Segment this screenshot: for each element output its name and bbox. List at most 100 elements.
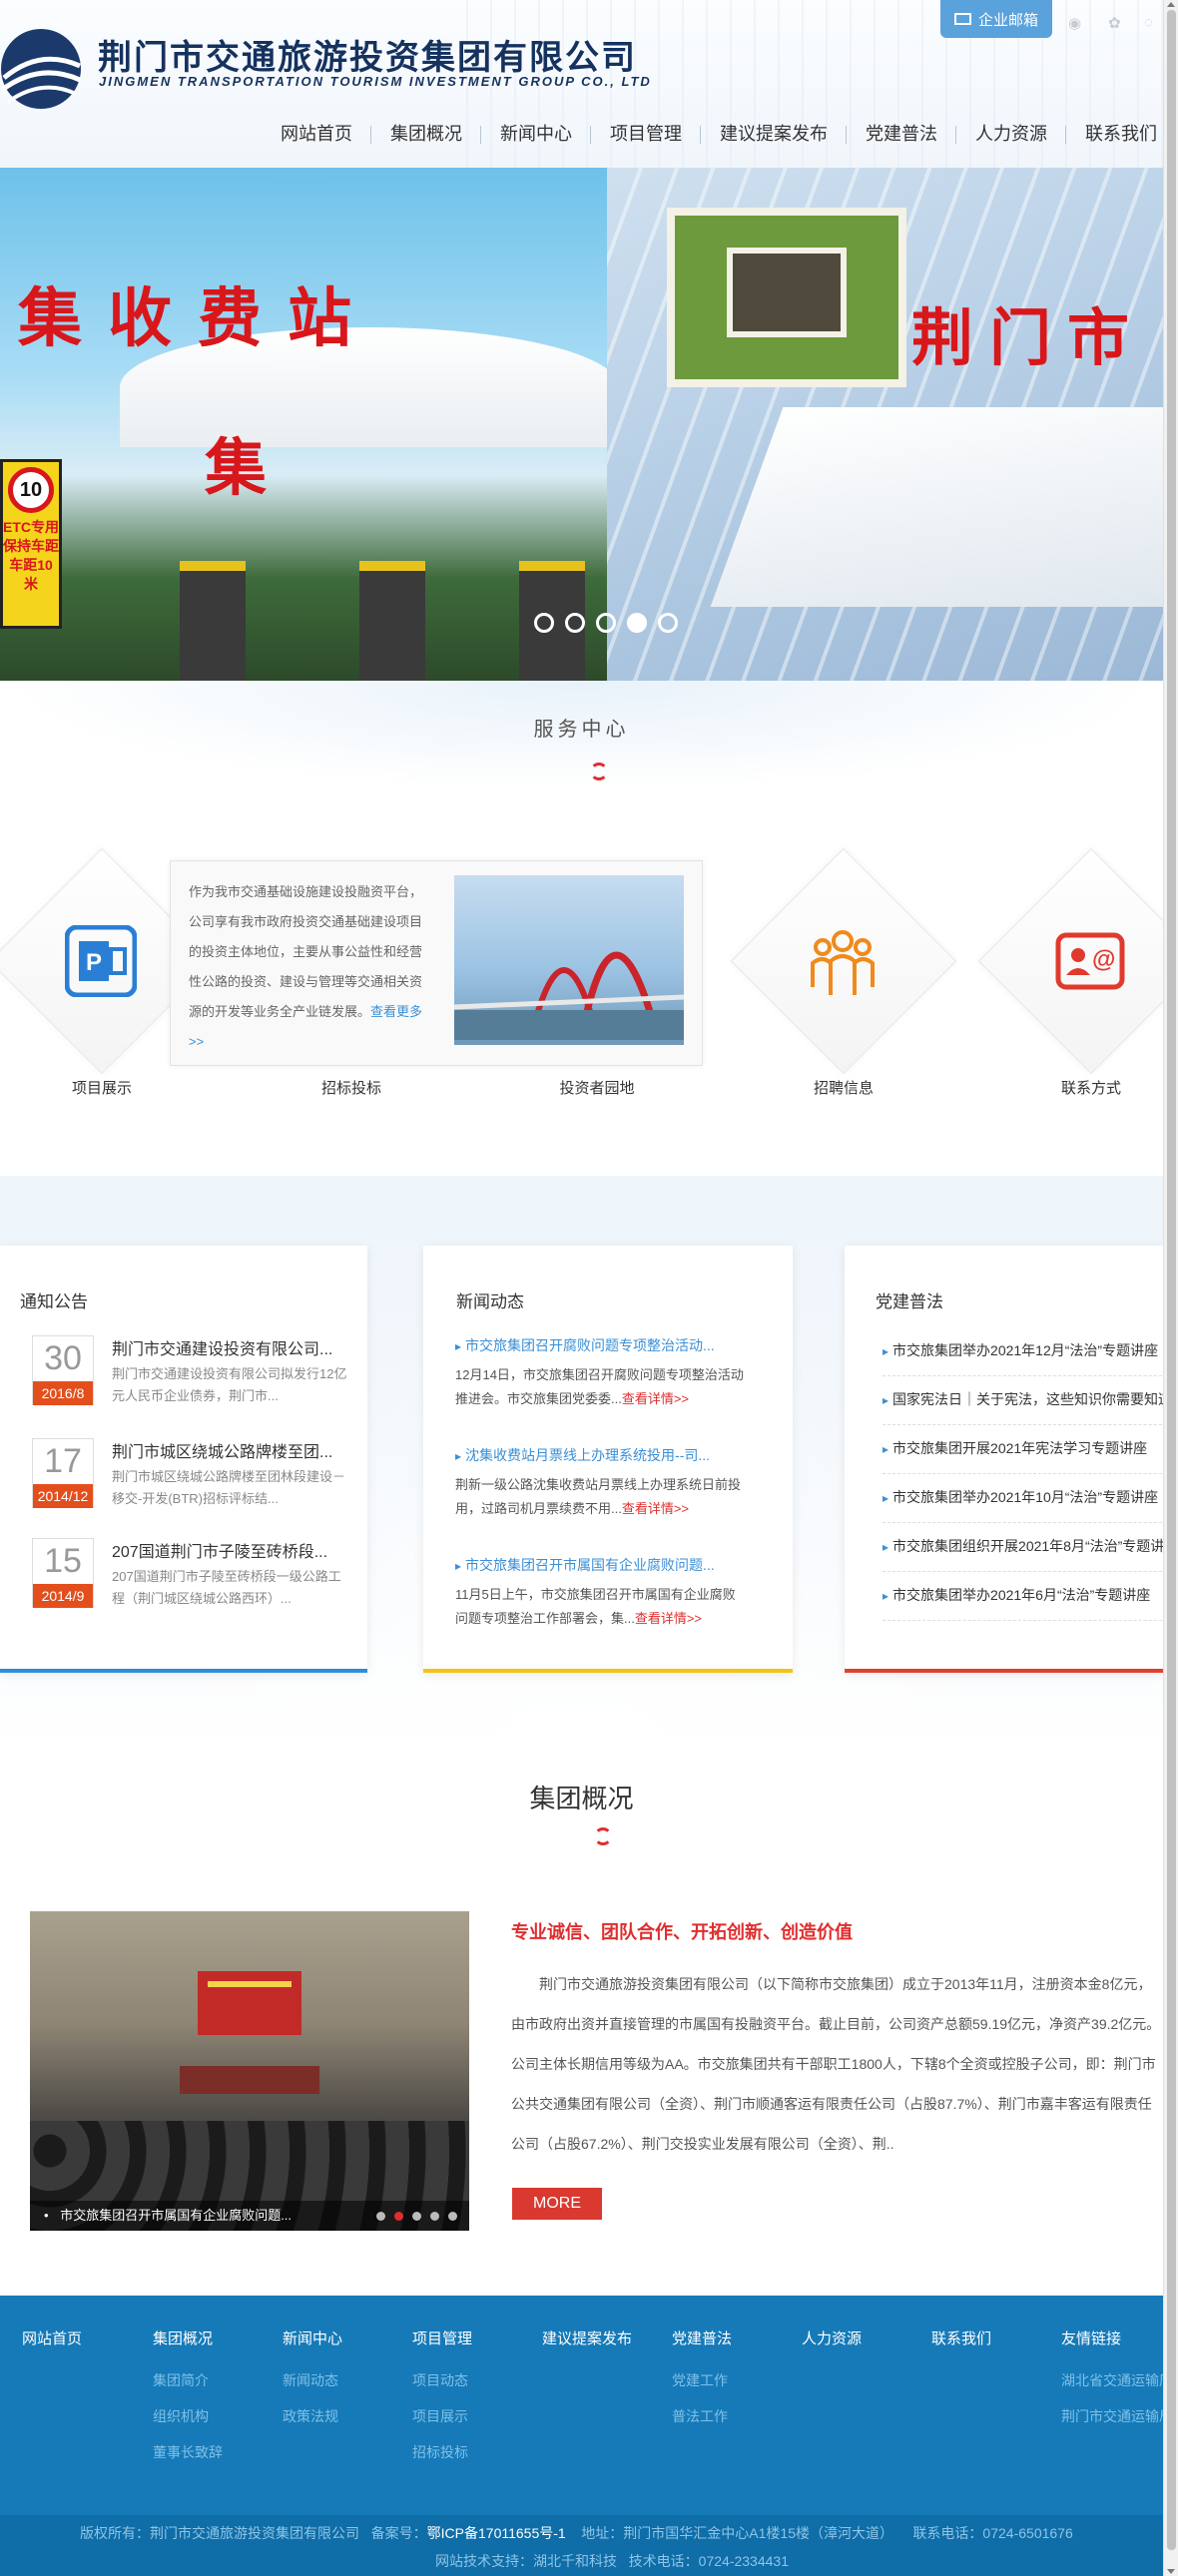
- notice-title[interactable]: 荆门市交通建设投资有限公司...: [112, 1335, 356, 1359]
- nav-project-management[interactable]: 项目管理: [591, 114, 701, 154]
- photo-dot[interactable]: [376, 2212, 385, 2221]
- notice-title[interactable]: 207国道荆门市子陵至砖桥段...: [112, 1538, 356, 1562]
- icp-number[interactable]: 鄂ICP备17011655号-1: [427, 2525, 566, 2541]
- party-law-item[interactable]: ▸ 市交旅集团组织开展2021年8月“法治”专题讲座: [883, 1523, 1178, 1572]
- footer-heading[interactable]: 网站首页: [22, 2327, 82, 2348]
- more-button[interactable]: MORE: [512, 2188, 602, 2220]
- toll-booth: [359, 561, 425, 681]
- carousel-dot[interactable]: [658, 613, 678, 633]
- arrow-icon: ▸: [883, 1589, 889, 1603]
- service-label-bidding[interactable]: 招标投标: [272, 1077, 431, 1098]
- footer-heading[interactable]: 联系我们: [931, 2327, 991, 2348]
- footer-info-row: 版权所有：荆门市交通旅游投资集团有限公司 备案号：鄂ICP备17011655号-…: [80, 2523, 1073, 2543]
- footer-link[interactable]: 政策法规: [283, 2398, 342, 2434]
- banner-carousel[interactable]: 集收费站 集 10 ETC专用 保持车距 车距10米 荆门市: [0, 168, 1163, 681]
- footer-link[interactable]: 项目动态: [412, 2362, 472, 2398]
- scroll-down-icon[interactable]: [1167, 2569, 1175, 2574]
- party-law-item[interactable]: ▸ 国家宪法日｜关于宪法，这些知识你需要知道: [883, 1376, 1178, 1425]
- carousel-dot[interactable]: [565, 613, 585, 633]
- service-label-contact[interactable]: 联系方式: [1011, 1077, 1171, 1098]
- project-display-icon[interactable]: P: [65, 925, 137, 997]
- tech-support-name[interactable]: 湖北千和科技: [533, 2553, 617, 2569]
- notice-item[interactable]: 30 2016/8 荆门市交通建设投资有限公司... 荆门市交通建设投资有限公司拟…: [32, 1335, 351, 1425]
- view-details-link[interactable]: 查看详情>>: [635, 1611, 702, 1626]
- footer-heading[interactable]: 党建普法: [672, 2327, 732, 2348]
- photo-dot-active[interactable]: [394, 2212, 403, 2221]
- footer-heading[interactable]: 人力资源: [802, 2327, 862, 2348]
- arrow-icon: ▸: [455, 1339, 462, 1353]
- view-details-link[interactable]: 查看详情>>: [622, 1391, 689, 1406]
- company-logo[interactable]: [0, 28, 82, 110]
- footer-heading[interactable]: 新闻中心: [283, 2327, 342, 2348]
- service-label-projects[interactable]: 项目展示: [22, 1077, 182, 1098]
- group-photo-carousel[interactable]: 市交旅集团召开市属国有企业腐败问题...: [30, 1911, 469, 2231]
- weibo-icon[interactable]: ◉: [1068, 14, 1081, 32]
- carousel-dot[interactable]: [534, 613, 554, 633]
- brand-name-en: JINGMEN TRANSPORTATION TOURISM INVESTMEN…: [99, 74, 652, 89]
- etc-sign-line: 保持车距: [3, 538, 59, 554]
- nav-news-center[interactable]: 新闻中心: [481, 114, 591, 154]
- footer-link[interactable]: 党建工作: [672, 2362, 732, 2398]
- footer-link[interactable]: 湖北省交通运输厅: [1061, 2362, 1163, 2398]
- toll-booth: [180, 561, 246, 681]
- footer-link[interactable]: 荆门市交通运输局: [1061, 2398, 1163, 2434]
- party-law-item-text: 市交旅集团开展2021年宪法学习专题讲座: [892, 1440, 1148, 1456]
- footer-link[interactable]: 组织机构: [153, 2398, 223, 2434]
- notice-item[interactable]: 15 2014/9 207国道荆门市子陵至砖桥段... 207国道荆门市子陵至砖桥…: [32, 1538, 351, 1628]
- nav-hr[interactable]: 人力资源: [956, 114, 1066, 154]
- photo-dot[interactable]: [448, 2212, 457, 2221]
- service-feature-card: 作为我市交通基础设施建设投融资平台，公司享有我市政府投资交通基础建设项目的投资主…: [170, 860, 703, 1066]
- nav-group-overview[interactable]: 集团概况: [371, 114, 481, 154]
- party-law-item[interactable]: ▸ 市交旅集团举办2021年12月“法治”专题讲座: [883, 1327, 1178, 1376]
- carousel-indicators: [534, 613, 678, 633]
- scrollbar-thumb[interactable]: [1167, 10, 1176, 2550]
- notice-title[interactable]: 荆门市城区绕城公路牌楼至团...: [112, 1438, 356, 1462]
- service-label-investors[interactable]: 投资者园地: [517, 1077, 677, 1098]
- footer-heading[interactable]: 集团概况: [153, 2327, 223, 2348]
- news-title[interactable]: ▸ 市交旅集团召开市属国有企业腐败问题...: [455, 1555, 745, 1575]
- footer-link[interactable]: 项目展示: [412, 2398, 472, 2434]
- news-title[interactable]: ▸ 市交旅集团召开腐败问题专项整治活动...: [455, 1335, 745, 1355]
- enterprise-mail-button[interactable]: 企业邮箱: [940, 0, 1052, 38]
- party-law-item[interactable]: ▸ 市交旅集团举办2021年10月“法治”专题讲座: [883, 1474, 1178, 1523]
- nav-home[interactable]: 网站首页: [262, 114, 371, 154]
- nav-party-law[interactable]: 党建普法: [847, 114, 956, 154]
- scroll-up-icon[interactable]: [1167, 2, 1175, 7]
- photo-caption[interactable]: 市交旅集团召开市属国有企业腐败问题...: [30, 2201, 469, 2231]
- view-details-link[interactable]: 查看详情>>: [622, 1501, 689, 1516]
- notice-card-title: 通知公告: [20, 1292, 88, 1311]
- page-scrollbar[interactable]: [1163, 0, 1178, 2576]
- nav-contact[interactable]: 联系我们: [1066, 114, 1163, 154]
- party-law-item[interactable]: ▸ 市交旅集团开展2021年宪法学习专题讲座: [883, 1425, 1178, 1474]
- carousel-dot-active[interactable]: [627, 613, 647, 633]
- footer-col-contact: 联系我们: [931, 2327, 991, 2362]
- main-nav: 网站首页 集团概况 新闻中心 项目管理 建议提案发布 党建普法 人力资源 联系我…: [262, 114, 1163, 154]
- footer-link[interactable]: 普法工作: [672, 2398, 732, 2434]
- footer-link[interactable]: 新闻动态: [283, 2362, 342, 2398]
- party-law-item-text: 市交旅集团举办2021年12月“法治”专题讲座: [892, 1342, 1159, 1358]
- footer-link[interactable]: 集团简介: [153, 2362, 223, 2398]
- card-accent-bar: [423, 1669, 793, 1673]
- recruitment-icon[interactable]: [807, 925, 879, 997]
- share-icon[interactable]: ◌: [1144, 14, 1153, 31]
- service-label-recruitment[interactable]: 招聘信息: [764, 1077, 923, 1098]
- carousel-dot[interactable]: [596, 613, 616, 633]
- news-item[interactable]: ▸ 市交旅集团召开市属国有企业腐败问题... 11月5日上午，市交旅集团召开市属国…: [455, 1555, 745, 1631]
- wechat-icon[interactable]: ✿: [1108, 14, 1121, 32]
- footer-col-links: 友情链接 湖北省交通运输厅 荆门市交通运输局: [1061, 2327, 1163, 2434]
- news-item[interactable]: ▸ 沈集收费站月票线上办理系统投用--司... 荆新一级公路沈集收费站月票线上办理…: [455, 1445, 745, 1521]
- footer: 网站首页 集团概况 集团简介 组织机构 董事长致辞 新闻中心 新闻动态 政策法规…: [0, 2296, 1163, 2515]
- footer-link[interactable]: 董事长致辞: [153, 2434, 223, 2470]
- notice-item[interactable]: 17 2014/12 荆门市城区绕城公路牌楼至团... 荆门市城区绕城公路牌楼至团…: [32, 1438, 351, 1528]
- photo-dot[interactable]: [430, 2212, 439, 2221]
- arrow-icon: ▸: [883, 1344, 889, 1358]
- news-title[interactable]: ▸ 沈集收费站月票线上办理系统投用--司...: [455, 1445, 745, 1465]
- nav-proposals[interactable]: 建议提案发布: [701, 114, 847, 154]
- photo-dot[interactable]: [412, 2212, 421, 2221]
- footer-link[interactable]: 招标投标: [412, 2434, 472, 2470]
- news-item[interactable]: ▸ 市交旅集团召开腐败问题专项整治活动... 12月14日，市交旅集团召开腐败问题…: [455, 1335, 745, 1411]
- footer-heading[interactable]: 项目管理: [412, 2327, 472, 2348]
- party-law-item[interactable]: ▸ 市交旅集团举办2021年6月“法治”专题讲座: [883, 1572, 1178, 1621]
- footer-heading[interactable]: 建议提案发布: [542, 2327, 632, 2348]
- contact-card-icon[interactable]: @: [1054, 925, 1126, 997]
